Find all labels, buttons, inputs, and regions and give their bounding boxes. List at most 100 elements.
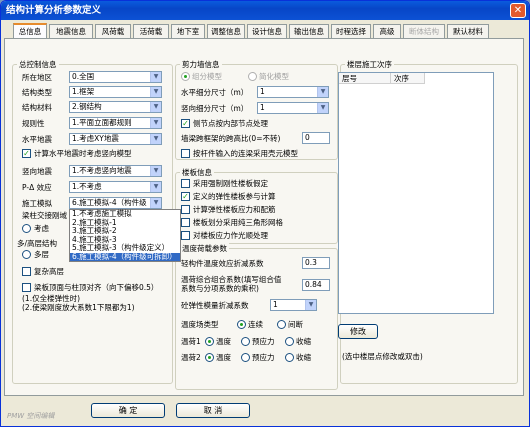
chevron-down-icon: ▼ [305, 300, 316, 310]
region-select[interactable]: 0.全国 ▼ [69, 71, 162, 83]
consider-radio[interactable] [22, 224, 31, 233]
continuous-label: 连续 [248, 320, 263, 329]
case2-temp-label: 温度 [216, 353, 231, 362]
general-group-title: 总控制信息 [17, 59, 59, 70]
side-node-checkbox[interactable]: ✓ [181, 119, 190, 128]
tab-basement[interactable]: 地下室 [171, 24, 205, 39]
chevron-down-icon: ▼ [317, 103, 328, 113]
v-size-select[interactable]: 1 ▼ [257, 102, 329, 114]
case1-temp-radio[interactable] [205, 337, 214, 346]
col-order-header[interactable]: 次序 [391, 73, 425, 84]
chevron-down-icon: ▼ [150, 87, 161, 97]
side-node-label: 侧节点按内部节点处理 [193, 119, 268, 128]
h-size-label: 水平细分尺寸（m） [181, 88, 249, 97]
p-delta-select[interactable]: 1.不考虑 ▼ [69, 181, 162, 193]
complex-high-checkbox[interactable] [22, 267, 31, 276]
combined-label-2: 系数与分项系数的乘积) [181, 284, 259, 293]
cancel-button[interactable]: 取 消 [176, 403, 250, 418]
tab-time-history[interactable]: 时程选择 [331, 24, 371, 39]
regularity-label: 规则性 [22, 119, 45, 128]
vertical-seismic-label: 竖向地震 [22, 167, 52, 176]
calc-elastic-label: 计算弹性楼板应力和配筋 [193, 205, 276, 214]
tab-seismic[interactable]: 地震信息 [49, 24, 93, 39]
note-2: (2.使梁刚度放大系数1下限都为1) [22, 303, 135, 312]
tab-live-load[interactable]: 活荷载 [133, 24, 169, 39]
case1-pre-radio[interactable] [241, 337, 250, 346]
reduction-input[interactable]: 0.3 [302, 257, 330, 269]
horizontal-seismic-select[interactable]: 1.考虑XY地震 ▼ [69, 133, 162, 145]
continuous-radio[interactable] [237, 320, 246, 329]
field-type-label: 温度场类型 [181, 320, 219, 329]
reduction-label: 轻构件温度效应折减系数 [181, 259, 264, 268]
close-button[interactable]: ✕ [510, 3, 526, 18]
structure-type-select[interactable]: 1.框架 ▼ [69, 86, 162, 98]
tab-general[interactable]: 总信息 [13, 23, 47, 39]
rigid-beam-select[interactable]: 1 ▼ [270, 299, 317, 311]
case2-pre-radio[interactable] [241, 353, 250, 362]
tab-page: 总控制信息 所在地区 0.全国 ▼ 结构类型 1.框架 ▼ 结构材料 2.钢结构 ▼ … [4, 38, 524, 396]
rigid-floor-checkbox[interactable] [181, 179, 190, 188]
construction-select[interactable]: 6.施工模拟-4（构件级 ▼ [69, 197, 162, 209]
case2-pre-label: 预应力 [252, 353, 275, 362]
calc-elastic-checkbox[interactable] [181, 205, 190, 214]
structure-type-label: 结构类型 [22, 88, 52, 97]
h-size-select[interactable]: 1 ▼ [257, 86, 329, 98]
case2-shrink-radio[interactable] [285, 353, 294, 362]
break-radio[interactable] [277, 320, 286, 329]
triangle-mesh-checkbox[interactable] [181, 218, 190, 227]
vertical-seismic-select[interactable]: 1.不考虑竖向地震 ▼ [69, 165, 162, 177]
tab-output[interactable]: 输出信息 [289, 24, 329, 39]
floor-order-table[interactable]: 层号 次序 [338, 72, 494, 314]
beam-shell-checkbox[interactable] [181, 149, 190, 158]
construction-dropdown-list: 1.不考虑施工模拟 2.施工模拟-1 3.施工模拟-2 4.施工模拟-3 5.施… [69, 209, 181, 262]
material-select[interactable]: 2.钢结构 ▼ [69, 101, 162, 113]
material-label: 结构材料 [22, 103, 52, 112]
frame-span-input[interactable]: 0 [302, 132, 330, 144]
horizontal-seismic-label: 水平地震 [22, 135, 52, 144]
window-title: 结构计算分析参数定义 [6, 5, 102, 16]
multi-layer-radio[interactable] [22, 250, 31, 259]
beam-shell-label: 按杆件输入的连梁采用壳元模型 [193, 149, 298, 158]
beam-align-checkbox[interactable] [22, 283, 31, 292]
vertical-model-checkbox[interactable]: ✓ [22, 149, 31, 158]
case2-label: 温荷2 [181, 353, 201, 362]
elastic-floor-checkbox[interactable]: ✓ [181, 192, 190, 201]
elastic-floor-label: 定义的弹性楼板参与计算 [193, 192, 276, 201]
ok-button[interactable]: 确 定 [91, 403, 165, 418]
case1-shrink-radio[interactable] [285, 337, 294, 346]
chevron-down-icon: ▼ [150, 72, 161, 82]
regularity-select[interactable]: 1.平面立面都规则 ▼ [69, 117, 162, 129]
col-layer-header[interactable]: 层号 [339, 73, 391, 84]
complex-high-label: 复杂高层 [34, 267, 64, 276]
title-bar: 结构计算分析参数定义 ✕ [1, 1, 529, 20]
vertical-model-label: 计算水平地震时考虑竖向模型 [34, 149, 132, 158]
temperature-group-title: 温度荷载参数 [180, 243, 229, 254]
tab-design[interactable]: 设计信息 [247, 24, 287, 39]
rigid-beam-label: 砼弹性模量折减系数 [181, 301, 249, 310]
tab-adjust[interactable]: 调整信息 [207, 24, 245, 39]
beam-rigid-label: 梁柱交接刚域 [22, 211, 67, 220]
beam-align-label: 梁板顶面与柱顶对齐（向下偏移0.5） [34, 283, 159, 292]
shell-model-label: 组分模型 [192, 72, 222, 81]
simple-model-label: 简化模型 [259, 72, 289, 81]
smooth-stress-checkbox[interactable] [181, 231, 190, 240]
frame-span-label: 墙梁跨框架的跨高比(0=不转) [181, 134, 281, 143]
p-delta-label: P-Δ 效应 [22, 183, 52, 192]
case2-temp-radio[interactable] [205, 353, 214, 362]
combined-input[interactable]: 0.84 [302, 279, 330, 291]
break-label: 间断 [288, 320, 303, 329]
tab-wind[interactable]: 风荷载 [95, 24, 131, 39]
case1-shrink-label: 收缩 [296, 337, 311, 346]
shell-model-radio [181, 72, 190, 81]
tab-default-material[interactable]: 默认材料 [447, 24, 489, 39]
chevron-down-icon: ▼ [150, 182, 161, 192]
chevron-down-icon: ▼ [317, 87, 328, 97]
chevron-down-icon: ▼ [150, 102, 161, 112]
dialog-window: 结构计算分析参数定义 ✕ 总信息 地震信息 风荷载 活荷载 地下室 调整信息 设… [0, 0, 530, 427]
construction-option-selected[interactable]: 6.施工模拟-4（构件级可拆卸） [70, 252, 180, 261]
tab-advanced[interactable]: 高级 [373, 24, 401, 39]
case1-pre-label: 预应力 [252, 337, 275, 346]
construction-label: 施工模拟 [22, 199, 52, 208]
chevron-down-icon: ▼ [150, 166, 161, 176]
modify-button[interactable]: 修改 [338, 324, 378, 339]
